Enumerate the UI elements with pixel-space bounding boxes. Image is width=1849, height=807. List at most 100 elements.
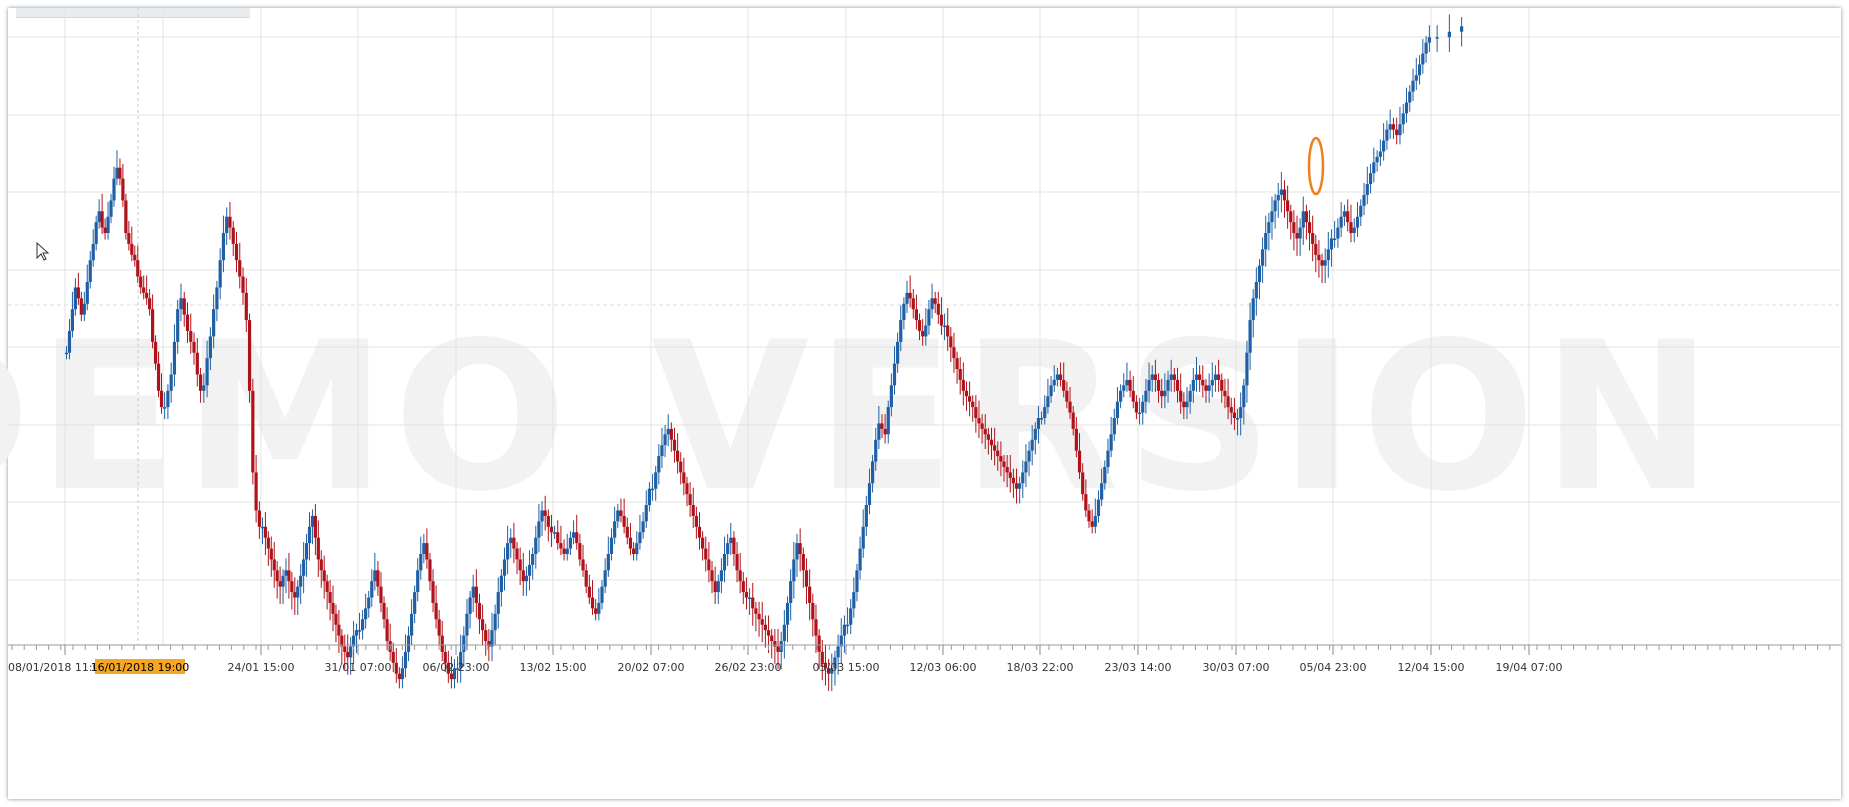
- candle-414[interactable]: [1355, 202, 1360, 237]
- candle-152[interactable]: [531, 547, 535, 580]
- candle-22[interactable]: [130, 226, 134, 262]
- candle-88[interactable]: [334, 604, 338, 643]
- candle-425[interactable]: [1391, 117, 1396, 139]
- candle-76[interactable]: [299, 563, 303, 605]
- candle-212[interactable]: [719, 558, 724, 594]
- candle-385[interactable]: [1264, 215, 1268, 267]
- candle-14[interactable]: [106, 202, 110, 240]
- candle-170[interactable]: [587, 574, 591, 605]
- candle-239[interactable]: [804, 558, 809, 605]
- candle-427[interactable]: [1398, 106, 1402, 145]
- candle-254[interactable]: [852, 577, 856, 618]
- candle-11[interactable]: [97, 199, 101, 229]
- candle-433[interactable]: [1417, 55, 1422, 85]
- candle-103[interactable]: [379, 571, 383, 613]
- candle-26[interactable]: [142, 275, 146, 300]
- candlestick-chart[interactable]: DEMO VERSION 08/01/2018 11:00 24/01 15:00…: [0, 0, 1849, 807]
- candle-24[interactable]: [136, 245, 140, 284]
- candle-123[interactable]: [440, 620, 444, 662]
- candle-140[interactable]: [493, 604, 497, 645]
- candle-143[interactable]: [502, 547, 507, 591]
- candle-18[interactable]: [118, 158, 122, 186]
- candle-162[interactable]: [562, 539, 566, 561]
- candle-50[interactable]: [218, 248, 222, 300]
- candle-255[interactable]: [855, 563, 859, 602]
- candle-113[interactable]: [409, 599, 414, 645]
- candle-400[interactable]: [1311, 215, 1315, 262]
- candle-68[interactable]: [275, 561, 279, 599]
- candle-235[interactable]: [792, 542, 796, 599]
- candle-422[interactable]: [1382, 123, 1386, 161]
- candle-111[interactable]: [403, 634, 408, 678]
- candle-234[interactable]: [789, 569, 793, 621]
- candle-137[interactable]: [484, 623, 488, 656]
- candle-253[interactable]: [849, 599, 853, 634]
- candle-107[interactable]: [391, 642, 395, 673]
- candle-110[interactable]: [400, 656, 405, 689]
- candle-151[interactable]: [527, 550, 532, 591]
- candle-8[interactable]: [88, 250, 92, 289]
- candle-67[interactable]: [272, 542, 276, 588]
- candle-60[interactable]: [251, 378, 255, 485]
- candle-413[interactable]: [1352, 218, 1356, 243]
- candle-229[interactable]: [773, 629, 777, 664]
- candle-401[interactable]: [1314, 234, 1318, 273]
- candle-417[interactable]: [1365, 166, 1369, 205]
- candle-16[interactable]: [112, 166, 116, 207]
- candle-429[interactable]: [1404, 87, 1409, 123]
- candle-398[interactable]: [1304, 204, 1309, 240]
- candle-122[interactable]: [437, 610, 441, 645]
- candle-20[interactable]: [124, 193, 128, 240]
- candle-75[interactable]: [296, 580, 300, 615]
- candle-163[interactable]: [565, 533, 569, 561]
- candle-250[interactable]: [839, 618, 843, 664]
- candle-407[interactable]: [1333, 221, 1337, 248]
- candle-117[interactable]: [422, 533, 426, 564]
- candle-225[interactable]: [760, 601, 764, 643]
- candle-115[interactable]: [416, 558, 420, 602]
- candle-121[interactable]: [434, 585, 438, 629]
- candle-136[interactable]: [480, 604, 485, 645]
- candle-207[interactable]: [704, 536, 708, 572]
- candle-232[interactable]: [782, 610, 786, 659]
- candle-384[interactable]: [1260, 237, 1265, 284]
- candle-52[interactable]: [225, 207, 229, 246]
- candle-439[interactable]: [1460, 17, 1464, 47]
- candle-9[interactable]: [91, 229, 95, 267]
- candle-71[interactable]: [284, 558, 288, 594]
- candle-25[interactable]: [139, 270, 143, 294]
- candle-74[interactable]: [293, 577, 297, 615]
- candle-395[interactable]: [1295, 215, 1299, 256]
- candle-383[interactable]: [1257, 259, 1262, 300]
- candle-21[interactable]: [127, 221, 131, 251]
- candle-56[interactable]: [238, 242, 242, 289]
- candle-390[interactable]: [1279, 172, 1283, 213]
- candle-70[interactable]: [281, 569, 285, 605]
- candle-149[interactable]: [521, 552, 525, 596]
- candle-101[interactable]: [373, 552, 377, 591]
- candle-430[interactable]: [1408, 85, 1412, 112]
- candle-102[interactable]: [376, 561, 380, 596]
- candle-108[interactable]: [394, 648, 398, 683]
- candle-173[interactable]: [597, 588, 601, 621]
- candle-396[interactable]: [1298, 218, 1302, 256]
- candle-78[interactable]: [304, 533, 309, 577]
- candle-7[interactable]: [85, 264, 89, 311]
- candle-59[interactable]: [247, 313, 252, 403]
- candle-87[interactable]: [331, 585, 335, 632]
- candle-402[interactable]: [1317, 240, 1321, 278]
- candle-141[interactable]: [496, 577, 500, 629]
- candle-168[interactable]: [581, 544, 585, 577]
- candle-83[interactable]: [319, 550, 323, 588]
- candle-391[interactable]: [1282, 180, 1287, 218]
- candle-389[interactable]: [1276, 182, 1280, 218]
- candle-98[interactable]: [364, 593, 368, 629]
- candle-431[interactable]: [1411, 68, 1415, 101]
- candle-409[interactable]: [1339, 202, 1343, 237]
- candle-167[interactable]: [578, 533, 582, 566]
- candle-416[interactable]: [1362, 182, 1366, 216]
- candle-217[interactable]: [735, 542, 739, 583]
- candle-394[interactable]: [1292, 210, 1296, 251]
- candle-397[interactable]: [1301, 196, 1305, 246]
- candle-119[interactable]: [428, 552, 432, 591]
